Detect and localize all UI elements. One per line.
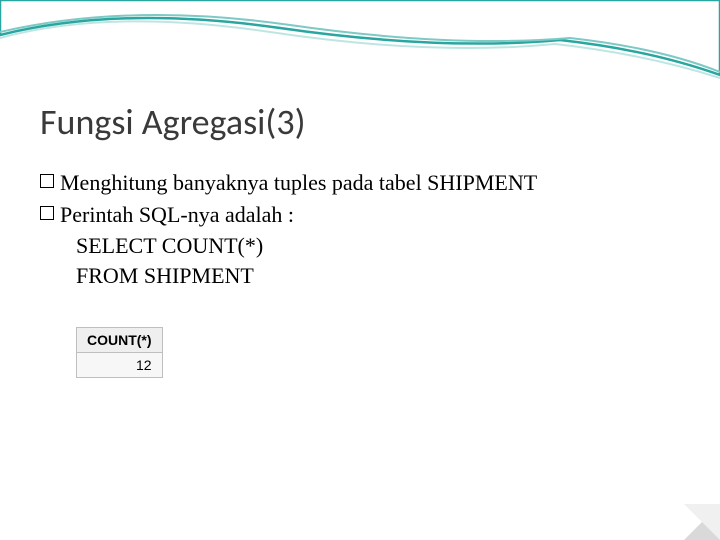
bullet-item-2: Perintah SQL-nya adalah : (40, 200, 680, 230)
result-table: COUNT(*) 12 (76, 327, 163, 378)
result-value: 12 (77, 352, 163, 377)
sql-line-1: SELECT COUNT(*) (76, 231, 680, 261)
table-row: COUNT(*) (77, 327, 163, 352)
result-header: COUNT(*) (77, 327, 163, 352)
slide-title: Fungsi Agregasi(3) (40, 100, 680, 144)
sql-code-block: SELECT COUNT(*) FROM SHIPMENT (76, 231, 680, 290)
bullet-text-1: Menghitung banyaknya tuples pada tabel S… (60, 168, 537, 198)
bullet-box-icon (40, 206, 54, 220)
bullet-item-1: Menghitung banyaknya tuples pada tabel S… (40, 168, 680, 198)
bullet-box-icon (40, 174, 54, 188)
page-curl-icon (684, 504, 720, 540)
table-row: 12 (77, 352, 163, 377)
sql-line-2: FROM SHIPMENT (76, 261, 680, 291)
slide-content: Fungsi Agregasi(3) Menghitung banyaknya … (0, 0, 720, 418)
bullet-text-2: Perintah SQL-nya adalah : (60, 200, 294, 230)
